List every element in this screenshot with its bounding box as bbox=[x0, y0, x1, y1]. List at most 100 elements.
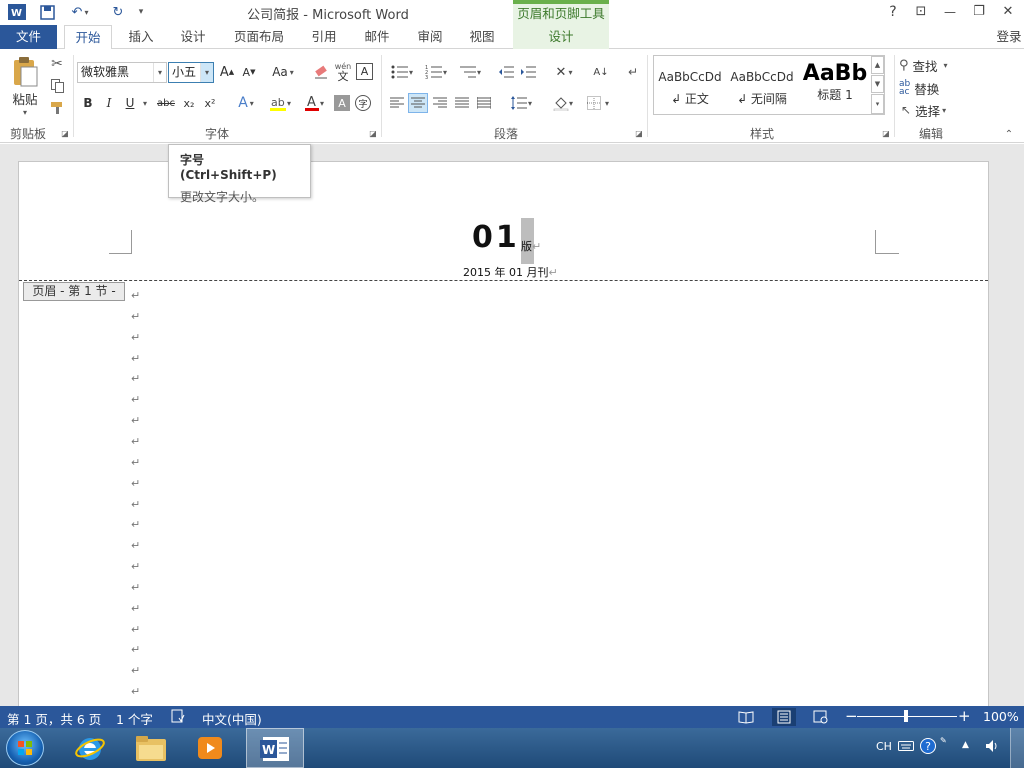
document-page[interactable]: 01 版↵ 2015 年 01 月刊↵ 页眉 - 第 1 节 - ↵ ↵ ↵ ↵ ↵ ↵ ↵… bbox=[18, 161, 989, 706]
read-mode-icon[interactable] bbox=[738, 710, 754, 724]
styles-launcher-icon[interactable]: ◪ bbox=[881, 128, 891, 138]
close-icon[interactable]: ✕ bbox=[995, 2, 1021, 22]
select-button[interactable]: ↖ 选择 ▾ bbox=[901, 100, 963, 120]
character-shading-icon[interactable]: A bbox=[334, 95, 350, 111]
align-center-icon[interactable] bbox=[408, 93, 428, 113]
font-size-combo[interactable]: 小五 ▾ bbox=[168, 62, 214, 83]
shrink-font-icon[interactable]: A ▼ bbox=[240, 62, 258, 82]
chevron-down-icon[interactable]: ▾ bbox=[200, 63, 213, 82]
character-border-icon[interactable]: A bbox=[356, 63, 373, 80]
zoom-level[interactable]: 100% bbox=[983, 709, 1019, 724]
page-count[interactable]: 第 1 页，共 6 页 bbox=[7, 709, 101, 728]
help-icon[interactable]: ? bbox=[880, 2, 906, 22]
phonetic-guide-icon[interactable]: wén 文 bbox=[333, 60, 353, 84]
subscript-button[interactable]: x₂ bbox=[180, 94, 198, 112]
borders-button[interactable]: ▾ bbox=[582, 93, 614, 113]
tab-view[interactable]: 视图 bbox=[460, 25, 504, 49]
paragraph-launcher-icon[interactable]: ◪ bbox=[634, 128, 644, 138]
start-button[interactable] bbox=[6, 730, 44, 766]
underline-dropdown-icon[interactable]: ▾ bbox=[140, 94, 150, 112]
show-marks-icon[interactable]: ↵ bbox=[624, 62, 642, 82]
grow-font-icon[interactable]: A ▲ bbox=[218, 62, 236, 82]
web-layout-icon[interactable] bbox=[813, 710, 829, 724]
paste-dropdown-icon[interactable]: ▾ bbox=[18, 107, 32, 117]
tab-page-layout[interactable]: 页面布局 bbox=[222, 25, 296, 49]
clipboard-launcher-icon[interactable]: ◪ bbox=[60, 128, 70, 138]
change-case-button[interactable]: Aa ▾ bbox=[268, 62, 298, 82]
show-desktop-button[interactable] bbox=[1010, 728, 1024, 768]
internet-explorer-icon[interactable] bbox=[74, 732, 106, 764]
ribbon-display-options-icon[interactable]: ⊡ bbox=[908, 2, 934, 22]
language-indicator[interactable]: 中文(中国) bbox=[202, 709, 262, 728]
multilevel-list-button[interactable]: ▾ bbox=[455, 62, 485, 82]
text-effects-button[interactable]: A ▾ bbox=[231, 93, 261, 113]
file-explorer-icon[interactable] bbox=[134, 733, 168, 763]
login-link[interactable]: 登录 bbox=[994, 25, 1024, 49]
minimize-icon[interactable]: — bbox=[937, 2, 963, 22]
tab-home[interactable]: 开始 bbox=[64, 25, 112, 50]
find-button[interactable]: ⚲ 查找 ▾ bbox=[899, 55, 965, 75]
distributed-icon[interactable] bbox=[475, 94, 493, 112]
ime-indicator[interactable]: CH bbox=[876, 740, 892, 753]
style-heading-1[interactable]: AaBb 标题 1 bbox=[798, 56, 872, 114]
collapse-ribbon-icon[interactable]: ⌃ bbox=[1002, 128, 1016, 140]
font-color-button[interactable]: A ▾ bbox=[298, 93, 330, 113]
restore-icon[interactable]: ❐ bbox=[966, 2, 992, 22]
numbering-button[interactable]: 1 2 3 ▾ bbox=[421, 62, 451, 82]
strikethrough-button[interactable]: abc bbox=[154, 94, 178, 112]
styles-scroll-down-icon[interactable]: ▼ bbox=[871, 75, 884, 93]
zoom-out-icon[interactable]: − bbox=[845, 707, 858, 725]
tab-references[interactable]: 引用 bbox=[302, 25, 346, 49]
help-icon[interactable]: ? bbox=[920, 738, 936, 754]
superscript-button[interactable]: x² bbox=[201, 94, 219, 112]
cut-icon[interactable]: ✂ bbox=[48, 55, 66, 73]
bold-button[interactable]: B bbox=[80, 94, 96, 112]
volume-icon[interactable] bbox=[984, 738, 1000, 754]
font-launcher-icon[interactable]: ◪ bbox=[368, 128, 378, 138]
highlight-color-button[interactable]: ab ▾ bbox=[264, 93, 296, 113]
print-layout-icon[interactable] bbox=[772, 708, 796, 726]
copy-icon[interactable] bbox=[48, 77, 66, 95]
clear-formatting-icon[interactable] bbox=[311, 62, 331, 82]
tab-design[interactable]: 设计 bbox=[170, 25, 216, 49]
proofing-icon[interactable] bbox=[171, 709, 185, 723]
underline-button[interactable]: U bbox=[122, 94, 138, 112]
paste-button[interactable]: 粘贴 bbox=[6, 89, 44, 107]
word-count[interactable]: 1 个字 bbox=[116, 709, 153, 728]
tab-header-footer-design[interactable]: 设计 bbox=[513, 25, 609, 49]
keyboard-icon[interactable] bbox=[898, 739, 914, 753]
increase-indent-icon[interactable] bbox=[518, 62, 538, 82]
chevron-down-icon[interactable]: ▾ bbox=[153, 63, 166, 82]
chinese-layout-button[interactable]: ✕ ▾ bbox=[549, 62, 579, 82]
tab-file[interactable]: 文件 bbox=[0, 25, 57, 49]
sort-icon[interactable]: A↓ bbox=[591, 62, 611, 82]
styles-more-icon[interactable]: ▾ bbox=[871, 94, 884, 114]
paste-icon[interactable] bbox=[8, 55, 42, 89]
media-player-icon[interactable] bbox=[194, 733, 226, 763]
word-taskbar-button[interactable]: W bbox=[246, 728, 304, 768]
style-normal[interactable]: AaBbCcDd ↲ 正文 bbox=[654, 56, 726, 114]
decrease-indent-icon[interactable] bbox=[496, 62, 516, 82]
zoom-slider-thumb[interactable] bbox=[904, 710, 908, 722]
zoom-in-icon[interactable]: + bbox=[958, 707, 971, 725]
align-right-icon[interactable] bbox=[431, 94, 449, 112]
format-painter-icon[interactable] bbox=[48, 99, 66, 117]
status-bar: 第 1 页，共 6 页 1 个字 中文(中国) − + 100% bbox=[0, 706, 1024, 728]
tab-insert[interactable]: 插入 bbox=[118, 25, 164, 49]
enclose-characters-icon[interactable]: 字 bbox=[355, 95, 371, 111]
line-spacing-button[interactable]: ▾ bbox=[505, 93, 537, 113]
show-hidden-icons-icon[interactable]: ▲ bbox=[962, 740, 969, 750]
italic-button[interactable]: I bbox=[101, 94, 117, 112]
styles-scroll-up-icon[interactable]: ▲ bbox=[871, 56, 884, 74]
font-name-combo[interactable]: 微软雅黑 ▾ bbox=[77, 62, 167, 83]
replace-button[interactable]: ab ac 替换 bbox=[899, 78, 955, 98]
align-left-icon[interactable] bbox=[388, 94, 406, 112]
tab-review[interactable]: 审阅 bbox=[408, 25, 452, 49]
group-divider bbox=[894, 55, 895, 137]
tab-mailings[interactable]: 邮件 bbox=[354, 25, 400, 49]
shading-button[interactable]: ▾ bbox=[547, 93, 579, 113]
justify-icon[interactable] bbox=[453, 94, 471, 112]
style-no-spacing[interactable]: AaBbCcDd ↲ 无间隔 bbox=[726, 56, 798, 114]
bullets-button[interactable]: ▾ bbox=[387, 62, 417, 82]
pen-icon[interactable]: ✎ bbox=[940, 736, 954, 746]
